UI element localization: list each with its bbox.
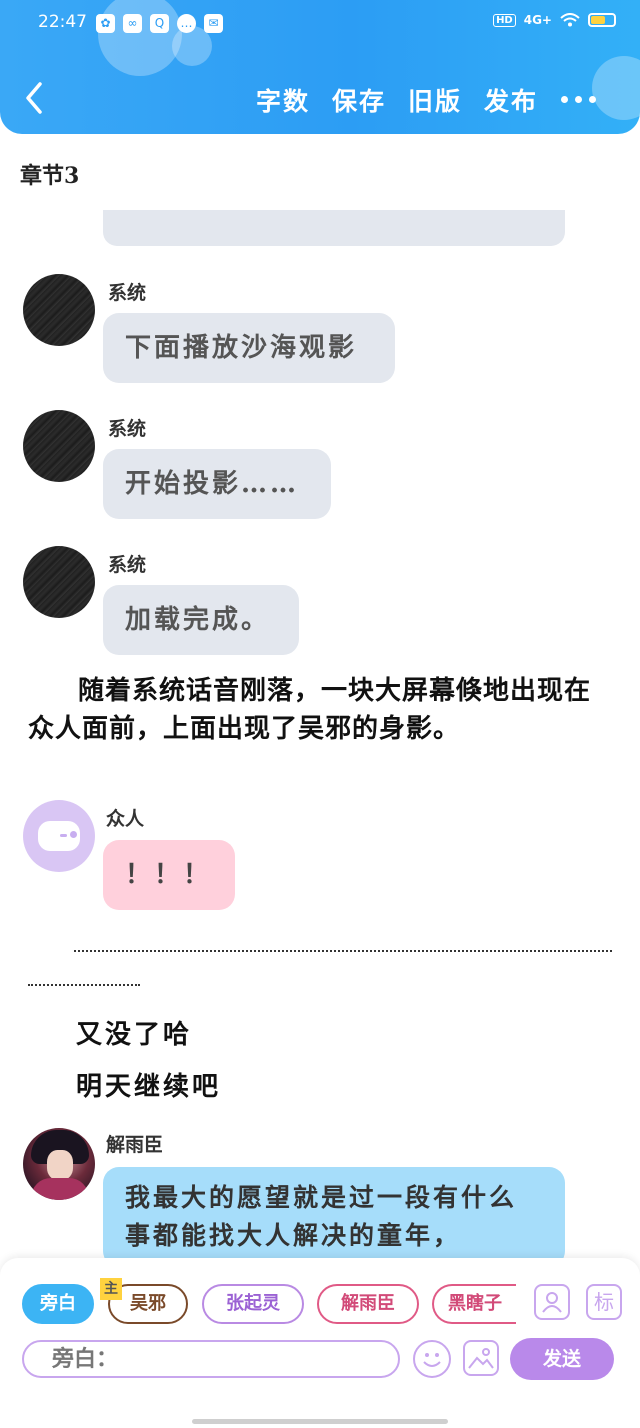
home-indicator[interactable] <box>192 1419 448 1424</box>
text-line[interactable]: 明天继续吧 <box>76 1066 221 1103</box>
top-app-bar: 22:47 ✿ ∞ Q … ✉ HD 4G+ 字数 保存 旧版 发布 <box>0 0 640 134</box>
avatar-crowd[interactable] <box>23 800 95 872</box>
send-button[interactable]: 发送 <box>510 1338 614 1380</box>
speaker-name: 解雨臣 <box>106 1134 164 1156</box>
message-bubble[interactable]: 开始投影…… <box>103 449 331 519</box>
icon-detail <box>70 831 77 838</box>
mail-icon: ✉ <box>204 14 223 33</box>
publish-button[interactable]: 发布 <box>484 82 538 118</box>
main-character-badge: 主 <box>100 1278 122 1300</box>
wifi-icon <box>560 13 580 27</box>
chevron-left-icon <box>26 82 42 114</box>
dotted-divider <box>28 984 140 986</box>
person-icon <box>542 1292 562 1313</box>
status-notification-icons: ✿ ∞ Q … ✉ <box>96 14 223 33</box>
narration-paragraph[interactable]: 随着系统话音刚落，一块大屏幕倏地出现在众人面前，上面出现了吴邪的身影。 <box>28 672 594 748</box>
image-button[interactable] <box>463 1340 499 1376</box>
signal-icon: 4G+ <box>523 13 552 27</box>
role-chip-narrator[interactable]: 旁白 <box>22 1284 94 1324</box>
message-text: 话） <box>125 210 169 212</box>
save-button[interactable]: 保存 <box>332 82 386 118</box>
speaker-name: 系统 <box>108 554 147 576</box>
chat-icon: … <box>177 14 196 33</box>
composer-bar: 旁白 吴邪 主 张起灵 解雨臣 黑瞎子 标 旁白： 发送 <box>0 1258 640 1428</box>
role-chip-zhangqiling[interactable]: 张起灵 <box>202 1284 304 1324</box>
avatar-xie-yuchen[interactable] <box>23 1128 95 1200</box>
image-icon <box>468 1348 494 1369</box>
chat-bubble-icon <box>38 821 80 851</box>
tag-button[interactable]: 标 <box>586 1284 622 1320</box>
status-system-icons: HD 4G+ <box>493 13 616 27</box>
paw-icon: ✿ <box>96 14 115 33</box>
back-button[interactable] <box>20 80 50 116</box>
old-version-button[interactable]: 旧版 <box>408 82 462 118</box>
text-line[interactable]: 又没了哈 <box>76 1014 192 1051</box>
loop-icon: ∞ <box>123 14 142 33</box>
decor-bubble <box>98 0 182 76</box>
message-bubble-partial[interactable]: 话） <box>103 210 565 246</box>
chapter-title[interactable]: 章节3 <box>20 158 79 190</box>
battery-icon <box>588 13 616 27</box>
word-count-button[interactable]: 字数 <box>256 82 310 118</box>
emoji-button[interactable] <box>413 1340 451 1378</box>
decor-bubble <box>592 56 640 120</box>
role-chip-xieyuchen[interactable]: 解雨臣 <box>317 1284 419 1324</box>
q-icon: Q <box>150 14 169 33</box>
avatar-system[interactable] <box>23 410 95 482</box>
smiley-icon <box>423 1353 441 1367</box>
message-bubble[interactable]: 下面播放沙海观影 <box>103 313 395 383</box>
character-manage-button[interactable] <box>534 1284 570 1320</box>
speaker-name: 系统 <box>108 282 147 304</box>
avatar-system[interactable] <box>23 546 95 618</box>
message-input[interactable]: 旁白： <box>22 1340 400 1378</box>
header-actions: 字数 保存 旧版 发布 <box>256 82 538 118</box>
more-dot <box>561 96 568 103</box>
avatar-system[interactable] <box>23 274 95 346</box>
hd-icon: HD <box>493 13 516 27</box>
story-content[interactable]: 话） 系统 下面播放沙海观影 系统 开始投影…… 系统 加载完成。 随着系统话音… <box>0 210 640 1258</box>
more-dot <box>575 96 582 103</box>
role-chip-heixiazi[interactable]: 黑瞎子 <box>432 1284 516 1324</box>
icon-detail <box>60 834 67 837</box>
more-dot <box>589 96 596 103</box>
speaker-name: 众人 <box>106 808 145 830</box>
avatar-detail <box>31 1178 89 1200</box>
message-bubble[interactable]: ！！！ <box>103 840 235 910</box>
message-bubble[interactable]: 我最大的愿望就是过一段有什么事都能找大人解决的童年， <box>103 1167 565 1258</box>
status-time: 22:47 <box>38 12 87 32</box>
avatar-detail <box>47 1150 73 1180</box>
dotted-divider <box>74 950 612 952</box>
message-bubble[interactable]: 加载完成。 <box>103 585 299 655</box>
more-options-button[interactable] <box>561 96 596 103</box>
speaker-name: 系统 <box>108 418 147 440</box>
